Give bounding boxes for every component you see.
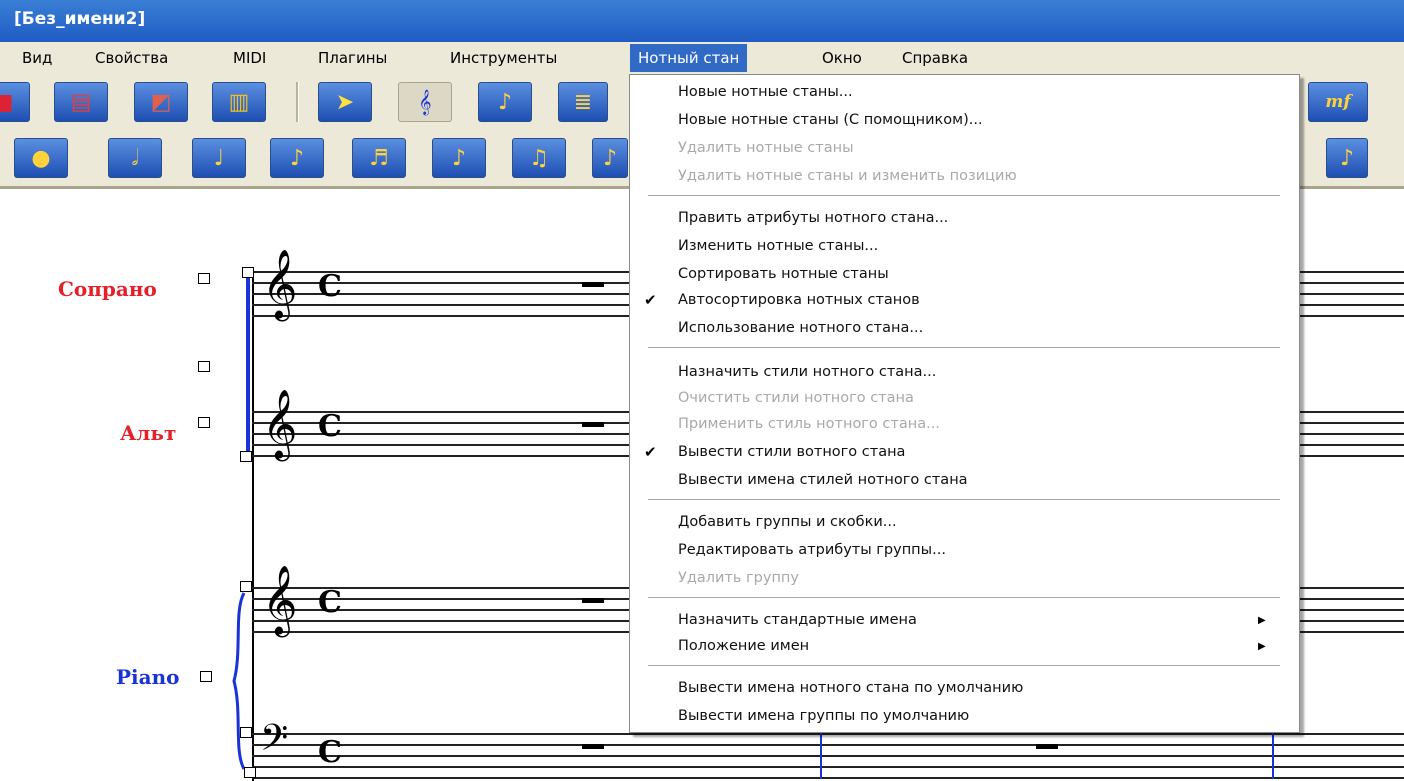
resize-handle[interactable] <box>198 417 210 428</box>
dynamics-icon[interactable]: mf <box>1308 82 1368 122</box>
treble-clef-icon: 𝄞 <box>262 565 298 635</box>
time-signature: C <box>318 735 342 770</box>
sixteenth-note-icon[interactable]: ♬ <box>352 138 406 178</box>
toolbar-separator <box>296 82 299 122</box>
menu-tools[interactable]: Инструменты <box>450 49 557 67</box>
whole-note-icon[interactable]: ● <box>14 138 68 178</box>
keyboard-icon[interactable]: ▥ <box>212 82 266 122</box>
submenu-arrow-icon: ▶ <box>1258 615 1266 626</box>
menu-bar: Вид Свойства MIDI Плагины Инструменты Но… <box>0 42 1404 75</box>
menu-item-apply-staff-style[interactable]: Применить стиль нотного стана... <box>678 411 940 438</box>
32nd-note-icon[interactable]: ♪ <box>432 138 486 178</box>
staff-icon[interactable]: 𝄞 <box>398 82 452 122</box>
resize-handle[interactable] <box>200 671 212 682</box>
system-barline <box>252 271 254 781</box>
menu-separator <box>648 665 1280 667</box>
whole-rest <box>582 422 604 427</box>
piano-brace-icon <box>232 592 246 770</box>
bass-clef-icon: 𝄢 <box>260 717 289 768</box>
staff-tool-icon[interactable]: ≣ <box>558 82 608 122</box>
menu-item-clear-staff-styles[interactable]: Очистить стили нотного стана <box>678 385 914 412</box>
resize-handle[interactable] <box>242 267 254 278</box>
resize-handle[interactable] <box>198 361 210 372</box>
treble-clef-icon: 𝄞 <box>262 389 298 459</box>
music-stand-icon[interactable]: ◩ <box>134 82 188 122</box>
tool-icon[interactable]: ■ <box>0 82 30 122</box>
menu-item-assign-standard-names[interactable]: Назначить стандартные имена ▶ <box>678 607 1278 634</box>
note-entry-icon[interactable]: ♪ <box>478 82 532 122</box>
grace-note-icon[interactable]: ♪ <box>1326 138 1368 178</box>
barline <box>1272 733 1274 779</box>
treble-clef-icon: 𝄞 <box>262 249 298 319</box>
menu-item-staff-usage[interactable]: Использование нотного стана... <box>678 315 923 342</box>
staff-menu-dropdown: Новые нотные станы... Новые нотные станы… <box>629 74 1300 733</box>
menu-view[interactable]: Вид <box>22 49 52 67</box>
menu-item-edit-group-attributes[interactable]: Редактировать атрибуты группы... <box>678 537 946 564</box>
time-signature: C <box>318 585 342 620</box>
whole-rest <box>1036 744 1058 749</box>
check-icon: ✔ <box>644 291 657 309</box>
title-bar: [Без_имени2] <box>0 0 1404 42</box>
menu-item-auto-sort-staves[interactable]: ✔ Автосортировка нотных станов <box>644 287 920 314</box>
whole-rest <box>582 598 604 603</box>
printer-icon[interactable]: ▤ <box>54 82 108 122</box>
whole-rest <box>582 282 604 287</box>
menu-item-delete-group[interactable]: Удалить группу <box>678 565 799 592</box>
menu-item-default-staff-names[interactable]: Вывести имена нотного стана по умолчанию <box>678 675 1023 702</box>
resize-handle[interactable] <box>240 451 252 462</box>
arrow-select-icon[interactable]: ➤ <box>318 82 372 122</box>
barline <box>820 733 822 779</box>
menu-item-add-groups-brackets[interactable]: Добавить группы и скобки... <box>678 509 897 536</box>
menu-item-assign-staff-styles[interactable]: Назначить стили нотного стана... <box>678 359 936 386</box>
menu-item-new-staves-wizard[interactable]: Новые нотные станы (С помощником)... <box>678 107 983 134</box>
resize-handle[interactable] <box>198 273 210 284</box>
menu-item-change-staves[interactable]: Изменить нотные станы... <box>678 233 878 260</box>
menu-item-show-staff-style-names[interactable]: Вывести имена стилей нотного стана <box>678 467 968 494</box>
window-title: [Без_имени2] <box>14 9 146 29</box>
menu-staff[interactable]: Нотный стан <box>630 44 748 72</box>
staff-name-alto[interactable]: Альт <box>120 421 176 445</box>
menu-item-sort-staves[interactable]: Сортировать нотные станы <box>678 261 889 288</box>
submenu-arrow-icon: ▶ <box>1258 641 1266 652</box>
menu-item-delete-staves[interactable]: Удалить нотные станы <box>678 135 854 162</box>
menu-item-show-staff-styles[interactable]: ✔ Вывести стили вотного стана <box>644 439 905 466</box>
menu-midi[interactable]: MIDI <box>233 49 266 67</box>
64th-note-icon[interactable]: ♫ <box>512 138 566 178</box>
menu-separator <box>648 195 1280 197</box>
resize-handle[interactable] <box>240 727 252 738</box>
menu-item-default-group-names[interactable]: Вывести имена группы по умолчанию <box>678 703 969 730</box>
menu-separator <box>648 499 1280 501</box>
whole-rest <box>582 744 604 749</box>
menu-window[interactable]: Окно <box>822 49 862 67</box>
128th-note-icon[interactable]: ♪ <box>592 138 628 178</box>
bracket-line <box>246 274 250 452</box>
menu-help[interactable]: Справка <box>902 49 968 67</box>
staff-name-piano[interactable]: Piano <box>116 665 179 689</box>
check-icon: ✔ <box>644 443 657 461</box>
time-signature: C <box>318 409 342 444</box>
menu-item-delete-staves-reposition[interactable]: Удалить нотные станы и изменить позицию <box>678 163 1017 190</box>
menu-separator <box>648 347 1280 349</box>
menu-item-new-staves[interactable]: Новые нотные станы... <box>678 79 853 106</box>
resize-handle[interactable] <box>244 767 256 778</box>
menu-separator <box>648 597 1280 599</box>
menu-item-edit-staff-attributes[interactable]: Править атрибуты нотного стана... <box>678 205 948 232</box>
staff-name-soprano[interactable]: Сопрано <box>58 277 157 301</box>
half-note-icon[interactable]: 𝅗𝅥 <box>108 138 162 178</box>
menu-plugins[interactable]: Плагины <box>318 49 387 67</box>
menu-properties[interactable]: Свойства <box>95 49 168 67</box>
quarter-note-icon[interactable]: ♩ <box>192 138 246 178</box>
menu-item-names-position[interactable]: Положение имен ▶ <box>678 633 1278 660</box>
time-signature: C <box>318 269 342 304</box>
eighth-note-icon[interactable]: ♪ <box>270 138 324 178</box>
